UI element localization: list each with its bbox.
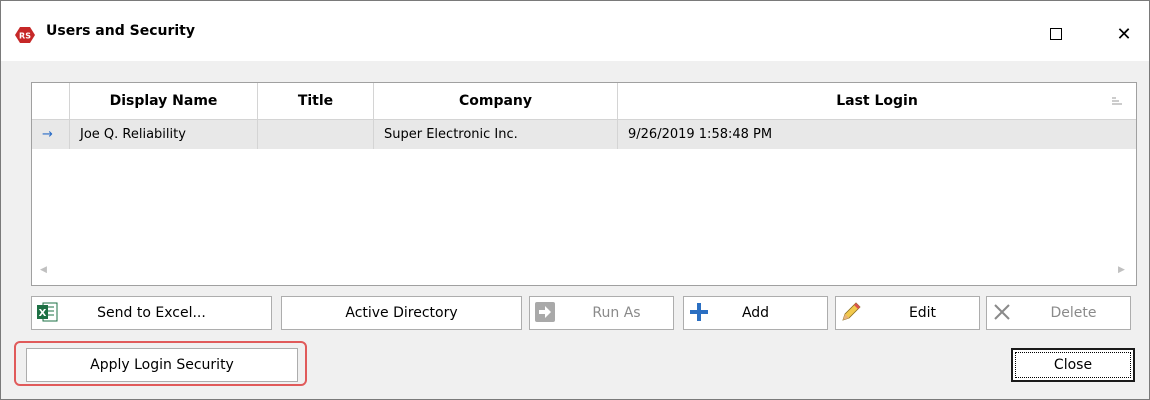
close-icon: ✕ xyxy=(1116,23,1132,45)
close-label: Close xyxy=(1053,357,1093,373)
column-header-last-login[interactable]: Last Login xyxy=(618,83,1136,120)
active-directory-label: Active Directory xyxy=(345,305,458,321)
cell-display-name[interactable]: Joe Q. Reliability xyxy=(70,120,258,149)
column-chooser-icon[interactable] xyxy=(1112,96,1122,106)
arrow-right-icon xyxy=(535,302,555,322)
users-and-security-dialog: RS Users and Security ✕ Display Name Tit… xyxy=(0,0,1150,400)
column-header-last-login-label: Last Login xyxy=(836,93,918,109)
current-row-indicator-icon: → xyxy=(32,120,70,149)
cell-last-login[interactable]: 9/26/2019 1:58:48 PM xyxy=(618,120,1136,149)
maximize-button[interactable] xyxy=(1041,21,1071,47)
send-to-excel-label: Send to Excel... xyxy=(97,305,206,321)
close-window-button[interactable]: ✕ xyxy=(1109,21,1139,47)
apply-login-security-button[interactable]: Apply Login Security xyxy=(26,348,298,382)
delete-label: Delete xyxy=(1050,305,1097,321)
window-title: Users and Security xyxy=(46,23,195,39)
column-header-title[interactable]: Title xyxy=(258,83,374,120)
delete-button[interactable]: Delete xyxy=(986,296,1131,330)
x-icon xyxy=(994,304,1010,320)
run-as-label: Run As xyxy=(592,305,641,321)
table-row[interactable]: → Joe Q. Reliability Super Electronic In… xyxy=(32,120,1136,149)
close-button[interactable]: Close xyxy=(1011,348,1135,382)
column-header-company[interactable]: Company xyxy=(374,83,618,120)
apply-login-security-label: Apply Login Security xyxy=(90,357,234,373)
svg-text:X: X xyxy=(39,308,47,319)
excel-icon: X xyxy=(37,302,58,322)
row-indicator-header xyxy=(32,83,70,120)
edit-label: Edit xyxy=(908,305,937,321)
edit-button[interactable]: Edit xyxy=(835,296,980,330)
rs-logo-icon: RS xyxy=(15,27,35,43)
maximize-icon xyxy=(1050,28,1062,40)
plus-icon xyxy=(690,303,708,321)
pencil-icon xyxy=(842,302,861,321)
cell-title[interactable] xyxy=(258,120,374,149)
title-bar: RS Users and Security ✕ xyxy=(1,1,1149,61)
run-as-button[interactable]: Run As xyxy=(529,296,674,330)
scroll-right-icon[interactable]: ▶ xyxy=(1118,265,1125,275)
scroll-left-icon[interactable]: ◀ xyxy=(40,265,47,275)
add-label: Add xyxy=(741,305,770,321)
add-button[interactable]: Add xyxy=(683,296,828,330)
active-directory-button[interactable]: Active Directory xyxy=(281,296,522,330)
users-grid[interactable]: Display Name Title Company Last Login → … xyxy=(31,82,1137,286)
cell-company[interactable]: Super Electronic Inc. xyxy=(374,120,618,149)
column-header-display-name[interactable]: Display Name xyxy=(70,83,258,120)
send-to-excel-button[interactable]: X Send to Excel... xyxy=(31,296,272,330)
svg-text:RS: RS xyxy=(19,32,31,41)
